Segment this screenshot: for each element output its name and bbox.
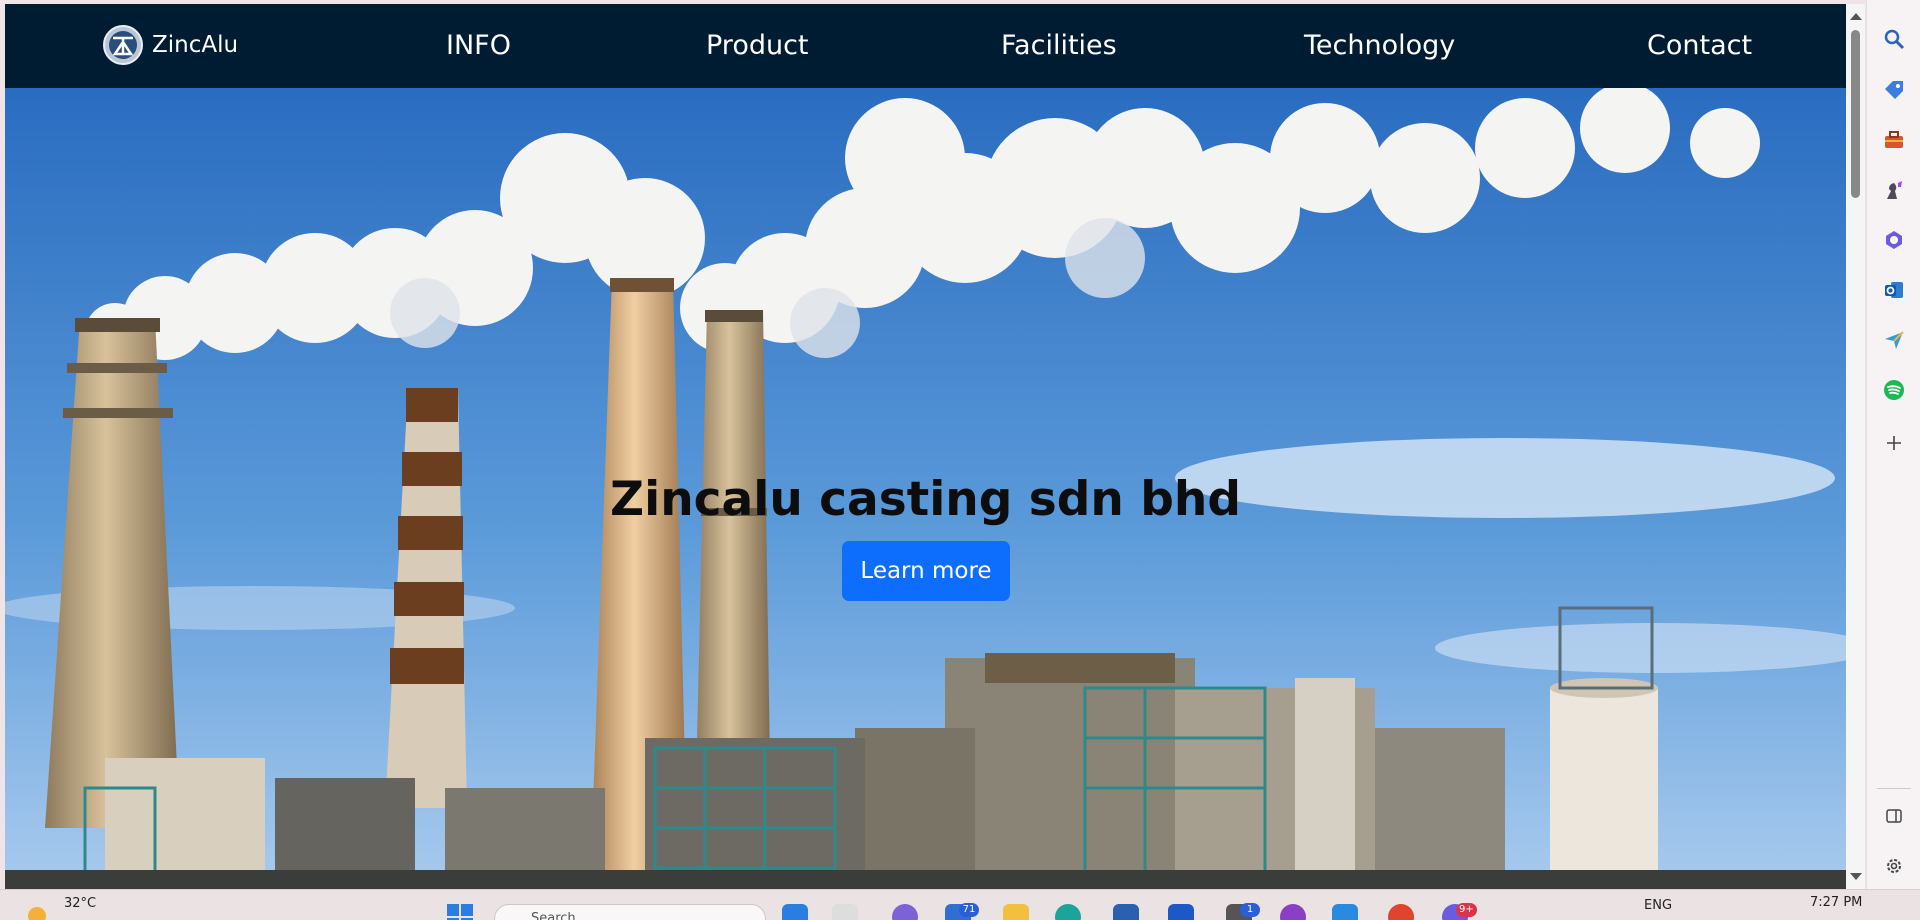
system-clock[interactable]: 7:27 PM xyxy=(1810,895,1862,910)
app-icon[interactable]: 1 xyxy=(1226,903,1260,920)
brand-link[interactable]: ZincAlu xyxy=(102,24,238,66)
hero-section: Zincalu casting sdn bhd Learn more xyxy=(5,88,1846,889)
messaging-app-icon[interactable]: 9+ xyxy=(1442,903,1477,920)
browser-sidebar xyxy=(1866,0,1920,889)
scroll-up-arrow-icon[interactable] xyxy=(1850,13,1862,20)
file-app-icon[interactable] xyxy=(832,904,858,920)
outlook-icon[interactable] xyxy=(1881,277,1907,303)
tag-icon[interactable] xyxy=(1881,77,1907,103)
spotify-icon[interactable] xyxy=(1881,377,1907,403)
widgets-app-icon[interactable] xyxy=(782,904,808,920)
nav-facilities-link[interactable]: Facilities xyxy=(1001,30,1117,61)
settings-icon[interactable] xyxy=(1881,853,1907,879)
input-language[interactable]: ENG xyxy=(1644,898,1672,913)
toolbox-icon[interactable] xyxy=(1881,127,1907,153)
workspace-app-icon[interactable] xyxy=(1168,904,1194,920)
split-view-icon[interactable] xyxy=(1881,803,1907,829)
zincalu-logo-icon xyxy=(103,25,143,65)
add-icon[interactable] xyxy=(1881,430,1907,456)
mail-app-icon[interactable]: 71 xyxy=(945,903,979,920)
brand-name: ZincAlu xyxy=(152,32,239,58)
weather-temperature[interactable]: 32°C xyxy=(64,896,96,911)
nav-contact-link[interactable]: Contact xyxy=(1647,30,1752,61)
site-navbar: ZincAlu INFO Product Facilities Technolo… xyxy=(5,4,1846,88)
copilot-icon[interactable] xyxy=(1881,227,1907,253)
podcast-app-icon[interactable] xyxy=(1280,904,1306,920)
app-badge: 1 xyxy=(1240,903,1260,917)
sidebar-divider xyxy=(1877,788,1911,789)
weather-sun-icon[interactable] xyxy=(22,902,52,920)
store-app-icon[interactable] xyxy=(1113,904,1139,920)
page-scrollbar[interactable] xyxy=(1846,4,1865,889)
nav-product-link[interactable]: Product xyxy=(706,30,809,61)
taskbar-search-box[interactable]: Search xyxy=(494,904,766,920)
chess-icon[interactable] xyxy=(1881,177,1907,203)
windows-taskbar: 32°C Search 71 1 9+ ENG 7:27 PM xyxy=(0,889,1920,920)
chrome-browser-icon[interactable] xyxy=(1388,904,1414,920)
nav-technology-link[interactable]: Technology xyxy=(1304,30,1455,61)
mail-badge: 71 xyxy=(959,903,979,917)
edge-browser-icon[interactable] xyxy=(1055,904,1081,920)
chat-badge: 9+ xyxy=(1456,903,1477,917)
learn-more-button[interactable]: Learn more xyxy=(842,541,1010,601)
scrollbar-thumb[interactable] xyxy=(1851,30,1860,198)
file-explorer-icon[interactable] xyxy=(1003,904,1029,920)
windows-start-icon[interactable] xyxy=(446,903,474,920)
search-icon[interactable] xyxy=(1881,26,1907,52)
send-icon[interactable] xyxy=(1881,327,1907,353)
scroll-down-arrow-icon[interactable] xyxy=(1850,873,1862,880)
chat-app-icon[interactable] xyxy=(892,904,918,920)
code-editor-icon[interactable] xyxy=(1332,904,1358,920)
browser-viewport: ZincAlu INFO Product Facilities Technolo… xyxy=(5,4,1846,889)
nav-info-link[interactable]: INFO xyxy=(446,30,511,61)
hero-title: Zincalu casting sdn bhd xyxy=(610,472,1241,527)
